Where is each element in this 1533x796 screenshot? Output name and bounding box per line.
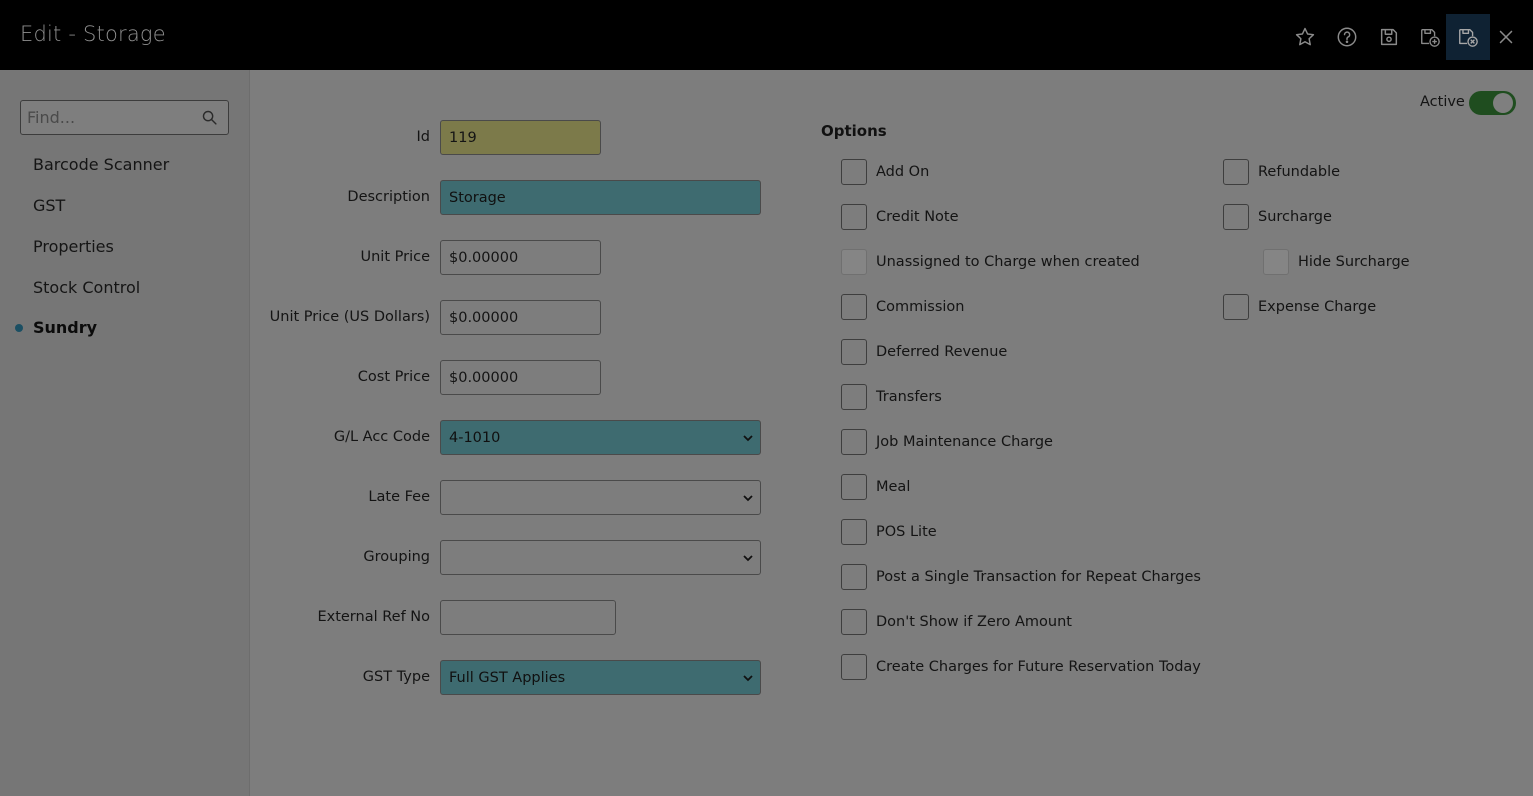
external-ref-label: External Ref No — [317, 609, 430, 625]
option-label-expense-charge: Expense Charge — [1258, 299, 1377, 315]
option-label-dont-show-if-zero: Don't Show if Zero Amount — [876, 614, 1072, 630]
option-label-pos-lite: POS Lite — [876, 524, 937, 540]
grouping-select[interactable] — [440, 540, 761, 575]
unit-price-usd-label: Unit Price (US Dollars) — [269, 309, 430, 325]
checkbox-post-single-transaction[interactable] — [841, 564, 867, 590]
checkbox-create-charges-future[interactable] — [841, 654, 867, 680]
gl-acc-code-label: G/L Acc Code — [333, 429, 430, 445]
id-label: Id — [416, 129, 430, 145]
checkbox-unassigned-to-charge — [841, 249, 867, 275]
cost-price-value: $0.00000 — [449, 369, 519, 386]
save-icon — [1380, 28, 1398, 46]
sidebar-item-sundry[interactable]: Sundry — [33, 318, 97, 337]
checkbox-job-maintenance-charge[interactable] — [841, 429, 867, 455]
checkbox-meal[interactable] — [841, 474, 867, 500]
toggle-knob — [1493, 93, 1513, 113]
chevron-down-icon — [743, 495, 753, 502]
cost-price-label: Cost Price — [357, 369, 430, 385]
close-button[interactable] — [1484, 14, 1528, 60]
description-field[interactable]: Storage — [440, 180, 761, 215]
options-heading: Options — [821, 122, 887, 140]
cost-price-field[interactable]: $0.00000 — [440, 360, 601, 395]
help-button[interactable] — [1325, 14, 1369, 60]
gst-type-value: Full GST Applies — [449, 669, 566, 686]
save-new-icon — [1421, 28, 1440, 47]
chevron-down-icon — [743, 435, 753, 442]
option-label-unassigned-to-charge: Unassigned to Charge when created — [876, 254, 1140, 270]
checkbox-commission[interactable] — [841, 294, 867, 320]
description-value: Storage — [449, 189, 506, 206]
option-label-hide-surcharge: Hide Surcharge — [1298, 254, 1410, 270]
search-icon[interactable] — [201, 109, 218, 126]
option-label-deferred-revenue: Deferred Revenue — [876, 344, 1008, 360]
unit-price-label: Unit Price — [360, 249, 431, 265]
checkbox-refundable[interactable] — [1223, 159, 1249, 185]
gst-type-select[interactable]: Full GST Applies — [440, 660, 761, 695]
favorite-button[interactable] — [1283, 14, 1327, 60]
gst-type-label: GST Type — [362, 669, 430, 685]
sidebar-item-properties[interactable]: Properties — [33, 237, 114, 256]
option-label-credit-note: Credit Note — [876, 209, 959, 225]
checkbox-pos-lite[interactable] — [841, 519, 867, 545]
checkbox-deferred-revenue[interactable] — [841, 339, 867, 365]
main-panel: Id 119 Description Storage Unit Price $0… — [251, 70, 1533, 796]
unit-price-field[interactable]: $0.00000 — [440, 240, 601, 275]
star-icon — [1295, 27, 1315, 46]
option-label-commission: Commission — [876, 299, 965, 315]
grouping-label: Grouping — [363, 549, 430, 565]
page-title: Edit - Storage — [20, 22, 166, 46]
close-icon — [1499, 30, 1513, 44]
active-toggle[interactable] — [1469, 91, 1516, 115]
external-ref-field[interactable] — [440, 600, 616, 635]
option-label-add-on: Add On — [876, 164, 930, 180]
id-field[interactable]: 119 — [440, 120, 601, 155]
unit-price-value: $0.00000 — [449, 249, 519, 266]
checkbox-dont-show-if-zero[interactable] — [841, 609, 867, 635]
chevron-down-icon — [743, 555, 753, 562]
option-label-post-single-transaction: Post a Single Transaction for Repeat Cha… — [876, 569, 1201, 585]
option-label-surcharge: Surcharge — [1258, 209, 1332, 225]
gl-acc-code-value: 4-1010 — [449, 429, 501, 446]
checkbox-add-on[interactable] — [841, 159, 867, 185]
late-fee-label: Late Fee — [368, 489, 430, 505]
active-indicator-dot — [15, 324, 23, 332]
sidebar-item-stock-control[interactable]: Stock Control — [33, 278, 140, 297]
checkbox-surcharge[interactable] — [1223, 204, 1249, 230]
unit-price-usd-value: $0.00000 — [449, 309, 519, 326]
option-label-create-charges-future: Create Charges for Future Reservation To… — [876, 659, 1201, 675]
gl-acc-code-select[interactable]: 4-1010 — [440, 420, 761, 455]
option-label-transfers: Transfers — [876, 389, 942, 405]
option-label-refundable: Refundable — [1258, 164, 1341, 180]
checkbox-credit-note[interactable] — [841, 204, 867, 230]
sidebar-item-gst[interactable]: GST — [33, 196, 65, 215]
help-icon — [1337, 27, 1357, 47]
option-label-job-maintenance-charge: Job Maintenance Charge — [876, 434, 1053, 450]
id-value: 119 — [449, 129, 477, 146]
chevron-down-icon — [743, 675, 753, 682]
late-fee-select[interactable] — [440, 480, 761, 515]
active-label: Active — [1420, 94, 1465, 110]
save-button[interactable] — [1367, 14, 1411, 60]
option-label-meal: Meal — [876, 479, 911, 495]
save-close-icon — [1459, 28, 1478, 47]
description-label: Description — [347, 189, 430, 205]
checkbox-hide-surcharge — [1263, 249, 1289, 275]
sidebar-item-barcode-scanner[interactable]: Barcode Scanner — [33, 155, 169, 174]
checkbox-transfers[interactable] — [841, 384, 867, 410]
unit-price-usd-field[interactable]: $0.00000 — [440, 300, 601, 335]
header-bar: Edit - Storage — [0, 0, 1533, 70]
checkbox-expense-charge[interactable] — [1223, 294, 1249, 320]
